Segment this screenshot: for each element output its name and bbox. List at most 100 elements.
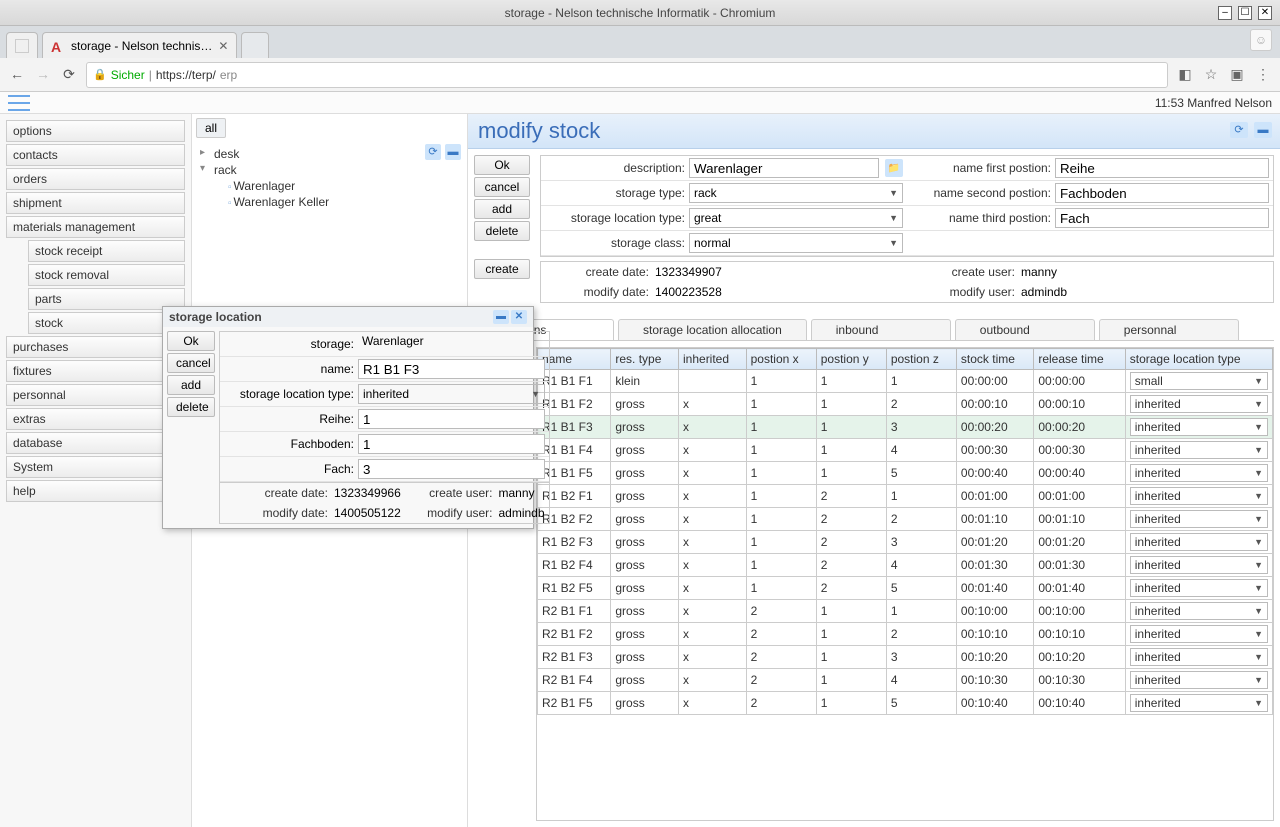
profile-avatar[interactable]: ☺ [1250,29,1272,51]
extension-icon[interactable]: ◧ [1176,66,1194,83]
panel-collapse-icon[interactable]: ▬ [1254,122,1272,138]
folder-icon[interactable]: 📁 [885,159,903,177]
Ok-button[interactable]: Ok [474,155,530,175]
table-row[interactable]: R2 B1 F5grossx21500:10:4000:10:40inherit… [538,692,1273,715]
storage-locations-grid[interactable]: ⟳ ▬ nameres. typeinheritedpostion xposti… [536,347,1274,821]
slt-select[interactable]: inherited [1130,671,1268,689]
slt-select[interactable]: inherited [1130,579,1268,597]
forward-button[interactable]: → [34,66,52,84]
table-row[interactable]: R1 B2 F1grossx12100:01:0000:01:00inherit… [538,485,1273,508]
slt-select[interactable]: inherited [1130,602,1268,620]
select-input[interactable]: inherited [358,384,545,404]
table-row[interactable]: R1 B2 F5grossx12500:01:4000:01:40inherit… [538,577,1273,600]
select-input[interactable]: great [689,208,903,228]
sidebar-item-personnal[interactable]: personnal [6,384,185,406]
reload-button[interactable]: ⟳ [60,66,78,84]
slt-select[interactable]: inherited [1130,487,1268,505]
slt-select[interactable]: inherited [1130,464,1268,482]
maximize-button[interactable]: ☐ [1238,6,1252,20]
table-row[interactable]: R1 B2 F4grossx12400:01:3000:01:30inherit… [538,554,1273,577]
dialog-Ok-button[interactable]: Ok [167,331,215,351]
column-postion-z[interactable]: postion z [886,349,956,370]
sidebar-item-help[interactable]: help [6,480,185,502]
text-input[interactable] [358,409,545,429]
delete-button[interactable]: delete [474,221,530,241]
column-inherited[interactable]: inherited [679,349,747,370]
bookmark-star-icon[interactable]: ☆ [1202,66,1220,83]
sidebar-subitem-stock-removal[interactable]: stock removal [28,264,185,286]
column-release-time[interactable]: release time [1034,349,1125,370]
table-row[interactable]: R1 B2 F3grossx12300:01:2000:01:20inherit… [538,531,1273,554]
tab-personnal[interactable]: personnal [1099,319,1239,340]
panel-icon[interactable]: ▣ [1228,66,1246,83]
sidebar-item-database[interactable]: database [6,432,185,454]
text-input[interactable] [358,459,545,479]
browser-tab-blank[interactable] [6,32,38,58]
dialog-close-icon[interactable]: ✕ [511,310,527,324]
column-storage-location-type[interactable]: storage location type [1125,349,1272,370]
dialog-cancel-button[interactable]: cancel [167,353,215,373]
sidebar-item-shipment[interactable]: shipment [6,192,185,214]
sidebar-item-System[interactable]: System [6,456,185,478]
text-input[interactable] [1055,208,1269,228]
slt-select[interactable]: inherited [1130,694,1268,712]
sidebar-item-fixtures[interactable]: fixtures [6,360,185,382]
sidebar-item-materials-management[interactable]: materials management [6,216,185,238]
browser-tab-storage[interactable]: A storage - Nelson technis… ✕ [42,32,237,58]
tab-outbound[interactable]: outbound [955,319,1095,340]
cancel-button[interactable]: cancel [474,177,530,197]
add-button[interactable]: add [474,199,530,219]
sidebar-item-extras[interactable]: extras [6,408,185,430]
slt-select[interactable]: inherited [1130,510,1268,528]
slt-select[interactable]: inherited [1130,441,1268,459]
table-row[interactable]: R2 B1 F2grossx21200:10:1000:10:10inherit… [538,623,1273,646]
new-tab-button[interactable] [241,32,269,58]
text-input[interactable] [1055,183,1269,203]
sidebar-item-orders[interactable]: orders [6,168,185,190]
table-row[interactable]: R2 B1 F1grossx21100:10:0000:10:00inherit… [538,600,1273,623]
menu-icon[interactable]: ⋮ [1254,66,1272,83]
column-res-type[interactable]: res. type [611,349,679,370]
text-input[interactable] [358,434,545,454]
table-row[interactable]: R1 B1 F1klein11100:00:0000:00:00small [538,370,1273,393]
dialog-delete-button[interactable]: delete [167,397,215,417]
column-postion-x[interactable]: postion x [746,349,816,370]
tab-inbound[interactable]: inbound [811,319,951,340]
close-tab-icon[interactable]: ✕ [218,39,228,53]
table-row[interactable]: R1 B1 F2grossx11200:00:1000:00:10inherit… [538,393,1273,416]
text-input[interactable] [1055,158,1269,178]
panel-refresh-icon[interactable]: ⟳ [1230,122,1248,138]
column-stock-time[interactable]: stock time [956,349,1033,370]
tree-node-rack[interactable]: ▾rack [200,162,459,178]
slt-select[interactable]: small [1130,372,1268,390]
slt-select[interactable]: inherited [1130,556,1268,574]
minimize-button[interactable]: – [1218,6,1232,20]
back-button[interactable]: ← [8,66,26,84]
address-bar[interactable]: 🔒 Sicher | https://terp/erp [86,62,1168,88]
text-input[interactable] [358,359,545,379]
tab-storage-location-allocation[interactable]: storage location allocation [618,319,807,340]
select-input[interactable]: normal [689,233,903,253]
create-button[interactable]: create [474,259,530,279]
table-row[interactable]: R2 B1 F4grossx21400:10:3000:10:30inherit… [538,669,1273,692]
slt-select[interactable]: inherited [1130,533,1268,551]
dialog-minimize-icon[interactable]: ▬ [493,310,509,324]
tree-node-Warenlager-Keller[interactable]: ▫Warenlager Keller [200,194,459,210]
hamburger-menu[interactable] [8,95,30,111]
text-input[interactable] [689,158,879,178]
tree-node-desk[interactable]: ▸desk [200,146,459,162]
table-row[interactable]: R1 B1 F5grossx11500:00:4000:00:40inherit… [538,462,1273,485]
column-postion-y[interactable]: postion y [816,349,886,370]
sidebar-subitem-stock-receipt[interactable]: stock receipt [28,240,185,262]
slt-select[interactable]: inherited [1130,625,1268,643]
filter-all-button[interactable]: all [196,118,226,138]
tree-node-Warenlager[interactable]: ▫Warenlager [200,178,459,194]
table-row[interactable]: R2 B1 F3grossx21300:10:2000:10:20inherit… [538,646,1273,669]
sidebar-item-options[interactable]: options [6,120,185,142]
slt-select[interactable]: inherited [1130,418,1268,436]
sidebar-item-contacts[interactable]: contacts [6,144,185,166]
select-input[interactable]: rack [689,183,903,203]
table-row[interactable]: R1 B1 F4grossx11400:00:3000:00:30inherit… [538,439,1273,462]
sidebar-item-purchases[interactable]: purchases [6,336,185,358]
dialog-add-button[interactable]: add [167,375,215,395]
